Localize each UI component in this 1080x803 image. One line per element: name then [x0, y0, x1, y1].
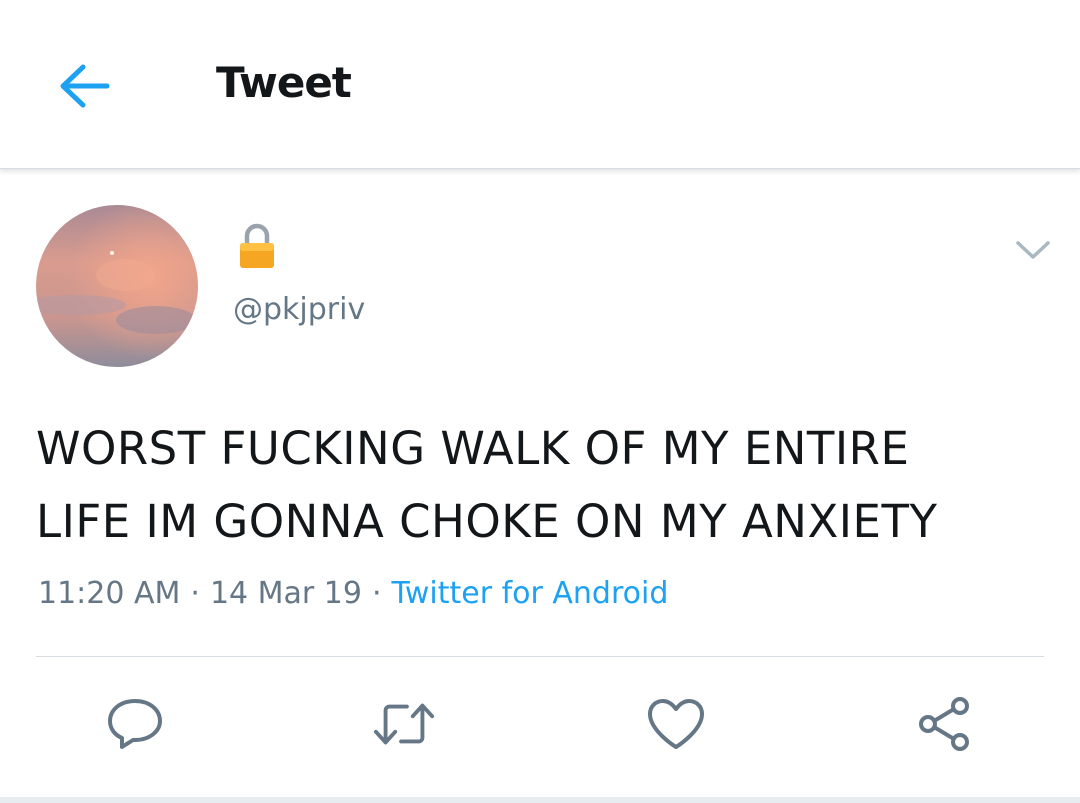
tweet-time: 11:20 AM — [38, 576, 181, 611]
reply-button[interactable] — [103, 692, 167, 756]
share-button[interactable] — [912, 692, 976, 756]
divider — [36, 656, 1044, 657]
top-app-bar: Tweet — [0, 0, 1080, 169]
arrow-left-icon — [60, 64, 110, 108]
meta-separator: · — [371, 576, 382, 611]
tweet-text: WORST FUCKING WALK OF MY ENTIRE LIFE IM … — [36, 422, 938, 548]
tweet-meta: 11:20 AM · 14 Mar 19 · Twitter for Android — [38, 576, 668, 611]
meta-separator: · — [190, 576, 200, 611]
tweet-source-link[interactable]: Twitter for Android — [392, 576, 669, 611]
page-title: Tweet — [216, 58, 352, 107]
avatar[interactable] — [36, 205, 198, 367]
heart-icon — [648, 699, 704, 749]
retweet-icon — [373, 703, 435, 745]
tweet-options-button[interactable] — [1010, 228, 1056, 272]
back-button[interactable] — [52, 56, 116, 116]
share-icon — [919, 697, 969, 751]
avatar-image — [36, 205, 198, 367]
like-button[interactable] — [644, 692, 708, 756]
tweet-date: 14 Mar 19 — [209, 576, 362, 611]
lock-icon — [238, 222, 276, 270]
chevron-down-icon — [1016, 241, 1050, 259]
reply-icon — [108, 699, 162, 749]
bottom-divider — [0, 797, 1080, 803]
retweet-button[interactable] — [372, 692, 436, 756]
tweet-detail-screen: Tweet @pkjpriv WORST FUCKING WALK OF MY … — [0, 0, 1080, 803]
user-handle[interactable]: @pkjpriv — [233, 292, 365, 327]
